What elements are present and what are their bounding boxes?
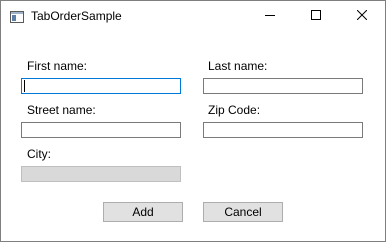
add-button[interactable]: Add bbox=[103, 202, 183, 222]
close-icon bbox=[356, 7, 368, 25]
cancel-button[interactable]: Cancel bbox=[203, 202, 283, 222]
minimize-icon bbox=[265, 7, 275, 25]
maximize-button[interactable] bbox=[293, 1, 339, 31]
minimize-button[interactable] bbox=[247, 1, 293, 31]
street-name-label: Street name: bbox=[27, 103, 96, 117]
street-name-field[interactable] bbox=[21, 122, 181, 138]
last-name-field[interactable] bbox=[203, 78, 363, 94]
close-button[interactable] bbox=[339, 1, 385, 31]
window-title: TabOrderSample bbox=[31, 9, 122, 23]
zip-code-label: Zip Code: bbox=[208, 103, 261, 117]
zip-code-field[interactable] bbox=[203, 122, 363, 138]
title-bar[interactable]: TabOrderSample bbox=[1, 1, 385, 31]
window-app-icon bbox=[10, 10, 24, 23]
app-window: TabOrderSample First name: Last name: St… bbox=[0, 0, 386, 242]
last-name-label: Last name: bbox=[208, 59, 268, 73]
city-label: City: bbox=[27, 147, 51, 161]
text-caret bbox=[24, 80, 25, 92]
city-field bbox=[21, 166, 181, 182]
first-name-label: First name: bbox=[27, 59, 88, 73]
first-name-field[interactable] bbox=[21, 78, 181, 94]
maximize-icon bbox=[311, 7, 321, 25]
